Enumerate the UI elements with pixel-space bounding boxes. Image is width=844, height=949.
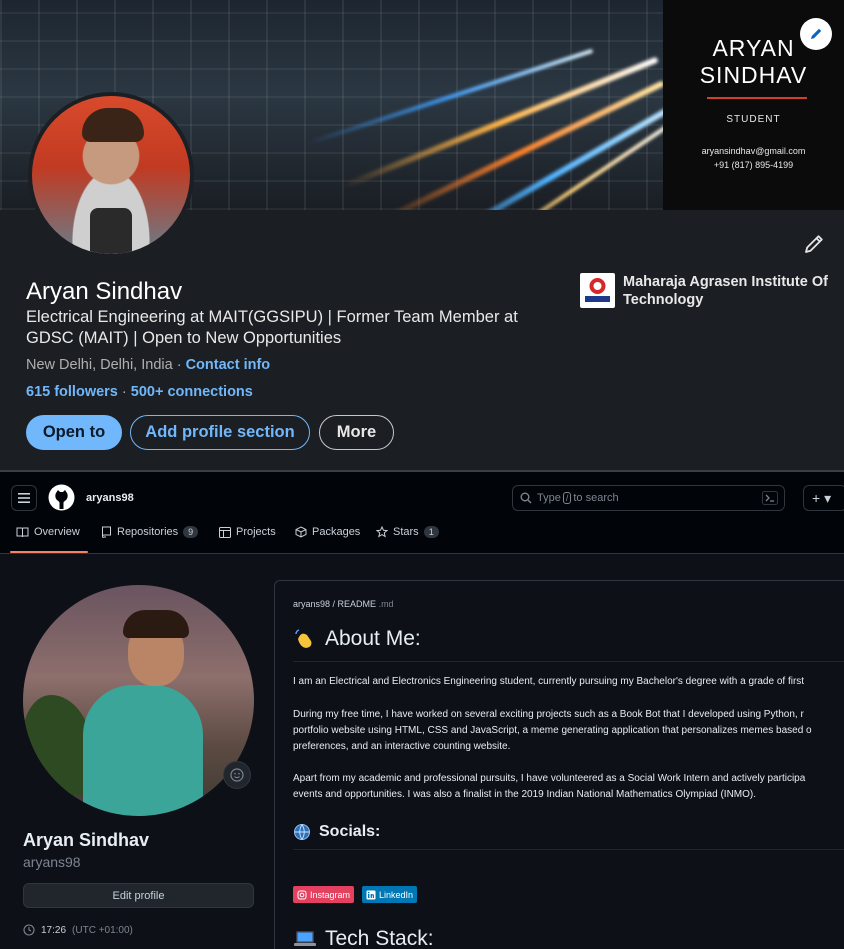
github-avatar[interactable] (23, 585, 254, 816)
tab-label: Stars (393, 526, 419, 538)
socials-heading-text: Socials: (319, 823, 381, 840)
banner-divider (707, 97, 807, 99)
laptop-icon (294, 931, 316, 946)
github-logo-icon[interactable] (48, 484, 75, 511)
instagram-badge[interactable]: Instagram (293, 886, 355, 903)
about-paragraph-3-line-1: Apart from my academic and professional … (293, 773, 806, 784)
edit-intro-button[interactable] (801, 231, 827, 257)
repositories-count: 9 (183, 526, 199, 538)
tab-overview[interactable]: Overview (16, 526, 80, 538)
search-placeholder-prefix: Type (537, 492, 561, 504)
search-placeholder-suffix: to search (573, 492, 619, 504)
instagram-icon (297, 890, 307, 899)
hello-wave-icon (295, 629, 312, 648)
edit-profile-button[interactable]: Edit profile (23, 883, 254, 908)
local-time-utc: (UTC +01:00) (72, 924, 133, 936)
package-icon (295, 526, 307, 538)
education-link[interactable]: Maharaja Agrasen Institute Of Technology (580, 273, 838, 309)
pencil-icon (811, 28, 822, 39)
banner-email: aryansindhav@gmail.com (701, 146, 806, 156)
more-button[interactable]: More (319, 415, 394, 450)
header-username[interactable]: aryans98 (86, 492, 134, 504)
profile-readme: aryans98 / README .md About Me: I am an … (274, 580, 844, 949)
readme-path-file[interactable]: README (338, 599, 377, 609)
set-status-button[interactable] (223, 761, 251, 789)
network-separator: · (117, 384, 131, 400)
globe-icon (294, 824, 310, 840)
table-icon (219, 526, 231, 538)
banner-role: STUDENT (726, 114, 781, 125)
banner-phone: +91 (817) 895-4199 (713, 160, 794, 170)
pencil-icon (805, 235, 823, 253)
linkedin-profile-card: ARYAN SINDHAV STUDENT aryansindhav@gmail… (0, 0, 844, 470)
create-new-button[interactable]: + ▾ (803, 485, 844, 511)
book-icon (16, 527, 29, 537)
about-heading-text: About Me: (325, 627, 421, 650)
linkedin-icon (366, 890, 376, 899)
open-to-button[interactable]: Open to (26, 415, 122, 450)
tab-label: Overview (34, 526, 80, 538)
profile-headline: Electrical Engineering at MAIT(GGSIPU) |… (26, 308, 518, 347)
followers-link[interactable]: 615 followers (26, 384, 118, 400)
screenshot-root: ARYAN SINDHAV STUDENT aryansindhav@gmail… (0, 0, 844, 949)
about-paragraph-1: I am an Electrical and Electronics Engin… (293, 676, 805, 687)
tab-label: Projects (236, 526, 276, 538)
tab-repositories[interactable]: Repositories 9 (101, 526, 199, 538)
socials-heading: Socials: (293, 823, 380, 841)
tech-stack-heading-text: Tech Stack: (325, 927, 434, 949)
star-icon (376, 526, 388, 538)
github-login: aryans98 (23, 854, 81, 870)
hamburger-icon (18, 493, 30, 503)
profile-location: New Delhi, Delhi, India · Contact info (26, 357, 270, 373)
school-logo (580, 273, 615, 308)
smiley-icon (230, 768, 244, 782)
readme-path-separator: / (330, 599, 338, 609)
local-time-value: 17:26 (41, 924, 67, 936)
active-tab-indicator (10, 551, 88, 553)
about-paragraph-2-line-3: preferences, and an interactive counting… (293, 741, 511, 752)
location-text: New Delhi, Delhi, India · (26, 357, 186, 373)
github-display-name: Aryan Sindhav (23, 830, 150, 850)
linkedin-badge[interactable]: LinkedIn (362, 886, 418, 903)
tab-label: Repositories (117, 526, 179, 538)
instagram-badge-label: Instagram (310, 889, 351, 900)
tab-projects[interactable]: Projects (219, 526, 276, 538)
about-paragraph-2-line-1: During my free time, I have worked on se… (293, 709, 804, 720)
command-palette-icon[interactable] (762, 491, 778, 505)
banner-name-last: SINDHAV (699, 62, 808, 88)
linkedin-badge-label: LinkedIn (379, 889, 414, 900)
contact-info-link[interactable]: Contact info (186, 357, 271, 373)
search-icon (520, 492, 532, 504)
stars-count: 1 (423, 526, 439, 538)
search-shortcut-key: / (562, 492, 572, 504)
readme-path-user[interactable]: aryans98 (293, 599, 330, 609)
local-time: 17:26 (UTC +01:00) (23, 924, 133, 936)
tab-stars[interactable]: Stars 1 (376, 526, 439, 538)
search-input[interactable]: Type / to search (512, 485, 785, 511)
profile-name: Aryan Sindhav (26, 278, 183, 305)
about-paragraph-3-line-2: events and opportunities. I was also a f… (293, 789, 757, 800)
connections-link[interactable]: 500+ connections (131, 384, 253, 400)
github-profile-main: Aryan Sindhav aryans98 Edit profile 17:2… (0, 554, 844, 949)
profile-photo[interactable] (28, 92, 194, 258)
profile-network: 615 followers · 500+ connections (26, 384, 253, 400)
school-name: Maharaja Agrasen Institute Of Technology (623, 274, 828, 308)
about-paragraph-2-line-2: portfolio website using HTML, CSS and Ja… (293, 725, 812, 736)
menu-button[interactable] (11, 485, 37, 511)
clock-icon (23, 924, 35, 936)
readme-path: aryans98 / README .md (293, 599, 394, 609)
tab-packages[interactable]: Packages (295, 526, 360, 538)
readme-path-ext: .md (376, 599, 394, 609)
tab-label: Packages (312, 526, 361, 538)
profile-tabs: Overview Repositories 9 Projects Package… (0, 516, 844, 554)
add-profile-section-button[interactable]: Add profile section (130, 415, 310, 450)
edit-banner-button[interactable] (800, 18, 832, 50)
about-heading: About Me: (293, 627, 421, 651)
tech-stack-heading: Tech Stack: (293, 927, 434, 949)
repo-icon (102, 526, 111, 538)
